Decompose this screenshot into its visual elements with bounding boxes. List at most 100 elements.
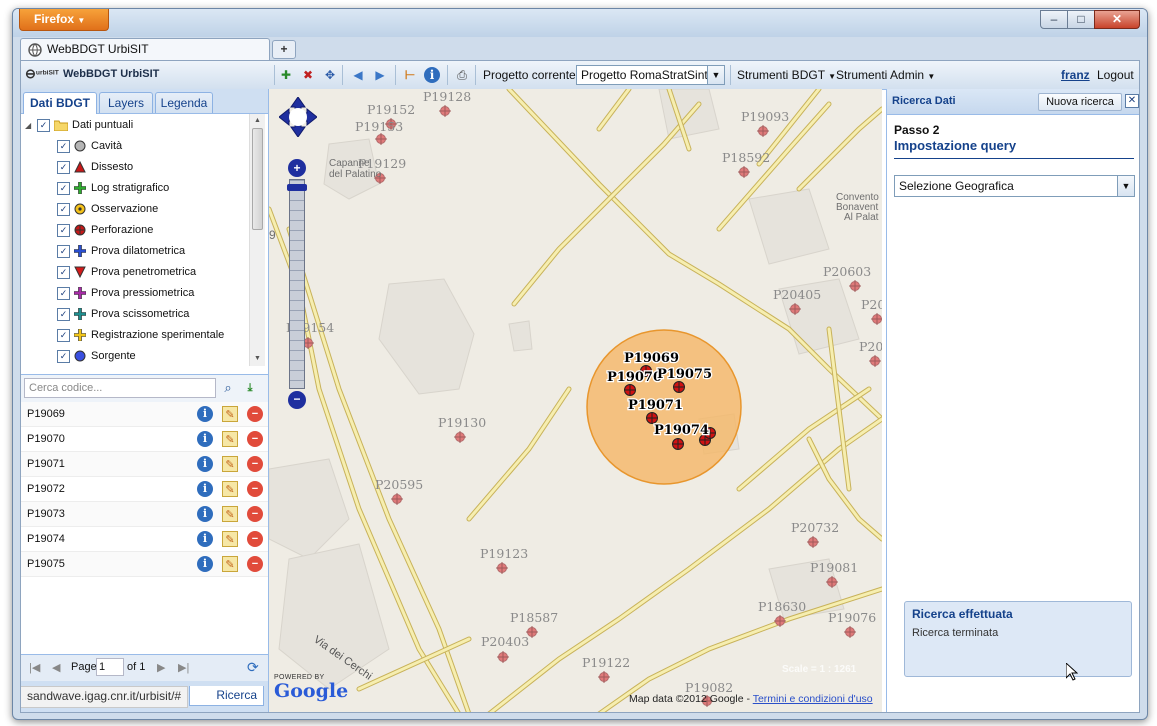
delete-icon[interactable]: − — [247, 456, 263, 472]
info-icon[interactable]: i — [197, 506, 213, 522]
pan-control[interactable] — [278, 96, 318, 138]
info-icon[interactable]: i — [197, 481, 213, 497]
print-icon[interactable]: ⎙ — [454, 67, 470, 83]
delete-icon[interactable]: − — [247, 406, 263, 422]
terms-link[interactable]: Termini e condizioni d'uso — [753, 693, 873, 705]
delete-icon[interactable]: − — [247, 481, 263, 497]
info-icon[interactable]: i — [197, 531, 213, 547]
scroll-down-icon[interactable]: ▼ — [250, 352, 265, 366]
zoom-out-button[interactable]: − — [288, 391, 306, 409]
borehole-marker[interactable] — [375, 133, 387, 145]
next-page-icon[interactable]: ▶ — [157, 661, 165, 674]
prev-page-icon[interactable]: ◀ — [52, 661, 60, 674]
delete-icon[interactable]: − — [247, 531, 263, 547]
layer-item[interactable]: ✓ Osservazione — [21, 199, 249, 220]
forward-arrow-icon[interactable]: ▶ — [372, 67, 388, 83]
edit-icon[interactable]: ✎ — [222, 556, 238, 572]
layer-item[interactable]: ✓ Cavità — [21, 136, 249, 157]
new-search-button[interactable]: Nuova ricerca — [1038, 93, 1122, 111]
selected-borehole-marker[interactable] — [673, 381, 685, 393]
zoom-out-tool-icon[interactable]: ✖ — [300, 67, 316, 83]
powered-by-google[interactable]: POWERED BY Google — [274, 674, 348, 702]
minimize-button[interactable]: – — [1040, 10, 1068, 29]
checkbox[interactable]: ✓ — [37, 119, 50, 132]
tab-dati-bdgt[interactable]: Dati BDGT — [23, 92, 97, 114]
borehole-marker[interactable] — [391, 493, 403, 505]
maximize-button[interactable]: □ — [1067, 10, 1095, 29]
layer-item[interactable]: ✓ Prova scissometrica — [21, 304, 249, 325]
borehole-marker[interactable] — [454, 431, 466, 443]
borehole-marker[interactable] — [738, 166, 750, 178]
selected-borehole-marker[interactable] — [672, 438, 684, 450]
query-type-select[interactable]: Selezione Geografica ▼ — [894, 175, 1135, 197]
result-row[interactable]: P19075 i ✎ − — [21, 552, 268, 577]
borehole-marker[interactable] — [497, 651, 509, 663]
tree-root-dati-puntuali[interactable]: ◢ ✓ Dati puntuali — [21, 115, 249, 136]
measure-icon[interactable]: ⊢ — [402, 67, 418, 83]
checkbox[interactable]: ✓ — [57, 182, 70, 195]
borehole-marker[interactable] — [871, 313, 882, 325]
close-button[interactable]: ✕ — [1094, 10, 1140, 29]
layer-item[interactable]: ✓ Registrazione sperimentale — [21, 325, 249, 346]
delete-icon[interactable]: − — [247, 556, 263, 572]
borehole-marker[interactable] — [757, 125, 769, 137]
result-row[interactable]: P19074 i ✎ − — [21, 527, 268, 552]
tab-webbdgt[interactable]: WebBDGT UrbiSIT — [20, 38, 270, 60]
result-row[interactable]: P19071 i ✎ − — [21, 452, 268, 477]
result-row[interactable]: P19072 i ✎ − — [21, 477, 268, 502]
zoom-slider-handle[interactable] — [287, 184, 307, 191]
result-row[interactable]: P19070 i ✎ − — [21, 427, 268, 452]
edit-icon[interactable]: ✎ — [222, 506, 238, 522]
layer-item[interactable]: ✓ Sorgente — [21, 346, 249, 366]
info-icon[interactable]: i — [424, 67, 440, 83]
borehole-marker[interactable] — [807, 536, 819, 548]
borehole-marker[interactable] — [844, 626, 856, 638]
close-panel-button[interactable]: ✕ — [1125, 94, 1139, 108]
collapse-triangle-icon[interactable]: ◢ — [25, 115, 31, 136]
layer-item[interactable]: ✓ Perforazione — [21, 220, 249, 241]
result-row[interactable]: P19069 i ✎ − — [21, 402, 268, 427]
project-select[interactable]: Progetto RomaStratSintes ▼ — [576, 65, 725, 85]
search-icon[interactable]: ⌕ — [220, 380, 236, 396]
menu-strumenti-admin[interactable]: Strumenti Admin ▼ — [836, 68, 935, 82]
borehole-marker[interactable] — [439, 105, 451, 117]
result-row[interactable]: P19073 i ✎ − — [21, 502, 268, 527]
checkbox[interactable]: ✓ — [57, 245, 70, 258]
borehole-marker[interactable] — [598, 671, 610, 683]
code-search-input[interactable]: Cerca codice... — [24, 378, 216, 398]
delete-icon[interactable]: − — [247, 506, 263, 522]
zoom-in-tool-icon[interactable]: ✚ — [278, 67, 294, 83]
download-icon[interactable]: ⤓ — [242, 380, 258, 396]
edit-icon[interactable]: ✎ — [222, 456, 238, 472]
layer-item[interactable]: ✓ Prova penetrometrica — [21, 262, 249, 283]
edit-icon[interactable]: ✎ — [222, 406, 238, 422]
map-canvas[interactable]: P19069 P19070P19075 P19071 P19074 P19128 P191… — [269, 89, 882, 713]
layer-item[interactable]: ✓ Prova pressiometrica — [21, 283, 249, 304]
firefox-menu-button[interactable]: Firefox ▼ — [19, 9, 109, 31]
map-view[interactable]: P19069 P19070 P19075 P19071 P19074 P19128 P191… — [269, 89, 882, 713]
edit-icon[interactable]: ✎ — [222, 431, 238, 447]
checkbox[interactable]: ✓ — [57, 329, 70, 342]
menu-strumenti-bdgt[interactable]: Strumenti BDGT ▼ — [737, 68, 836, 82]
zoom-slider[interactable] — [289, 179, 305, 389]
borehole-marker[interactable] — [849, 280, 861, 292]
layer-item[interactable]: ✓ Log stratigrafico — [21, 178, 249, 199]
checkbox[interactable]: ✓ — [57, 266, 70, 279]
layer-item[interactable]: ✓ Dissesto — [21, 157, 249, 178]
borehole-marker[interactable] — [496, 562, 508, 574]
tab-legenda[interactable]: Legenda — [155, 92, 213, 113]
checkbox[interactable]: ✓ — [57, 140, 70, 153]
selected-borehole-marker[interactable] — [624, 384, 636, 396]
logout-link[interactable]: Logout — [1097, 68, 1134, 82]
checkbox[interactable]: ✓ — [57, 308, 70, 321]
edit-icon[interactable]: ✎ — [222, 481, 238, 497]
pan-tool-icon[interactable]: ✥ — [322, 67, 338, 83]
tab-layers[interactable]: Layers — [99, 92, 153, 113]
checkbox[interactable]: ✓ — [57, 224, 70, 237]
new-tab-button[interactable]: + — [272, 40, 296, 59]
tree-scrollbar[interactable]: ▲ ▼ — [249, 114, 265, 366]
checkbox[interactable]: ✓ — [57, 350, 70, 363]
info-icon[interactable]: i — [197, 406, 213, 422]
pan-arrows-icon[interactable] — [278, 96, 318, 138]
first-page-icon[interactable]: |◀ — [29, 661, 40, 674]
